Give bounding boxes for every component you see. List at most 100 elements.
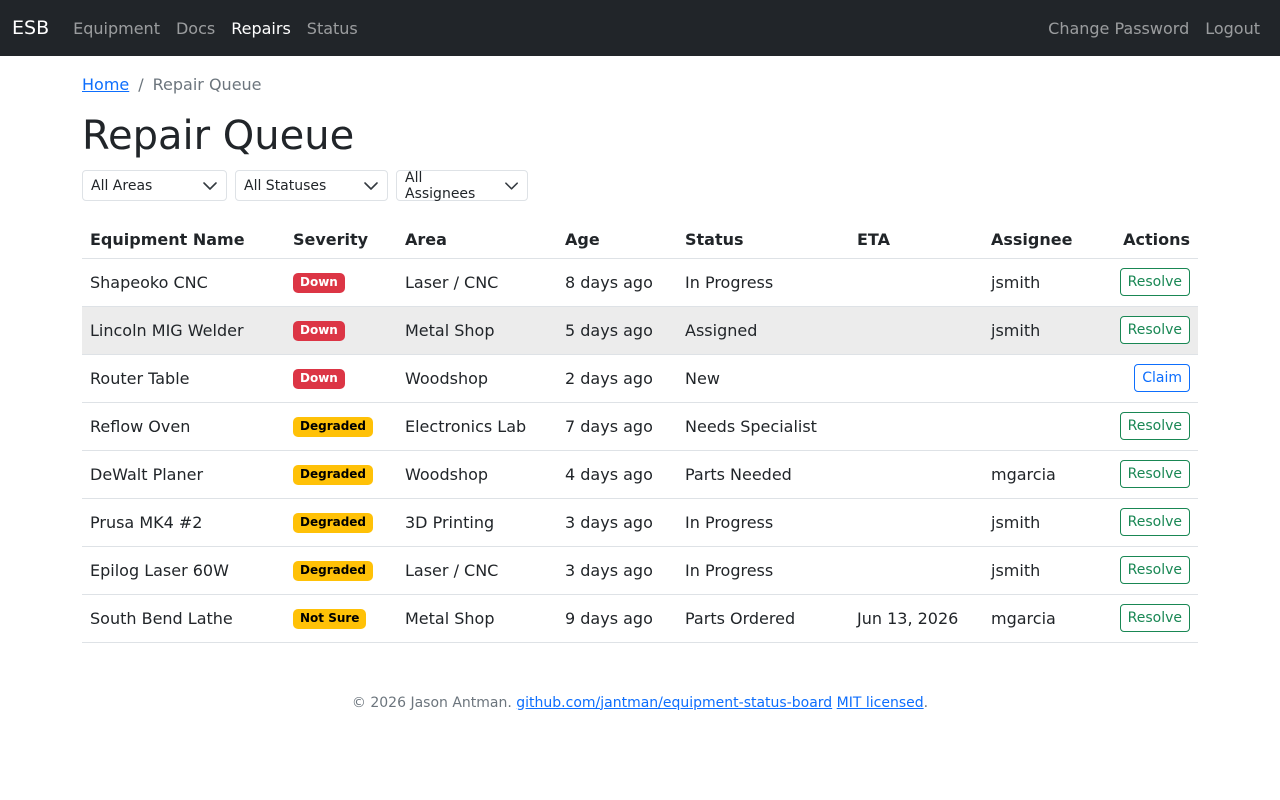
age-cell: 4 days ago — [557, 450, 677, 499]
column-header-area[interactable]: Area — [397, 222, 557, 259]
footer-end: . — [923, 694, 929, 711]
breadcrumb-home-link[interactable]: Home — [82, 75, 129, 94]
resolve-button[interactable]: Resolve — [1119, 603, 1190, 633]
equipment-name-cell[interactable]: Prusa MK4 #2 — [82, 498, 285, 547]
breadcrumb-current: Repair Queue — [152, 74, 262, 94]
table-row: Lincoln MIG Welder Down Metal Shop 5 day… — [82, 306, 1198, 355]
resolve-button[interactable]: Resolve — [1119, 267, 1190, 297]
status-cell: Needs Specialist — [677, 402, 849, 451]
eta-cell — [849, 258, 983, 307]
age-cell: 7 days ago — [557, 402, 677, 451]
severity-badge: Down — [293, 321, 345, 341]
claim-button[interactable]: Claim — [1134, 363, 1190, 393]
resolve-button[interactable]: Resolve — [1119, 459, 1190, 489]
table-row: Shapeoko CNC Down Laser / CNC 8 days ago… — [82, 258, 1198, 307]
table-row: Reflow Oven Degraded Electronics Lab 7 d… — [82, 402, 1198, 451]
assignee-cell — [983, 354, 1093, 403]
assignee-cell: mgarcia — [983, 594, 1093, 643]
equipment-name-cell[interactable]: South Bend Lathe — [82, 594, 285, 643]
age-cell: 3 days ago — [557, 546, 677, 595]
resolve-button[interactable]: Resolve — [1119, 315, 1190, 345]
severity-badge: Down — [293, 273, 345, 293]
column-header-assignee[interactable]: Assignee — [983, 222, 1093, 259]
table-row: Prusa MK4 #2 Degraded 3D Printing 3 days… — [82, 498, 1198, 547]
severity-cell: Degraded — [285, 546, 397, 595]
equipment-name-cell[interactable]: Shapeoko CNC — [82, 258, 285, 307]
assignee-cell: mgarcia — [983, 450, 1093, 499]
area-cell: Metal Shop — [397, 306, 557, 355]
column-header-severity[interactable]: Severity — [285, 222, 397, 259]
chevron-down-icon — [203, 181, 217, 190]
eta-cell — [849, 306, 983, 355]
change-password-link[interactable]: Change Password — [1040, 19, 1197, 38]
nav-link-repairs[interactable]: Repairs — [223, 19, 299, 38]
resolve-button[interactable]: Resolve — [1119, 411, 1190, 441]
severity-badge: Degraded — [293, 513, 374, 533]
actions-cell: Resolve — [1093, 594, 1198, 643]
filters-bar: All Areas All Statuses All Assignees — [82, 170, 1198, 202]
assignee-cell: jsmith — [983, 498, 1093, 547]
age-cell: 2 days ago — [557, 354, 677, 403]
age-cell: 9 days ago — [557, 594, 677, 643]
brand-link[interactable]: ESB — [12, 17, 49, 39]
assignee-cell: jsmith — [983, 258, 1093, 307]
table-row: Router Table Down Woodshop 2 days ago Ne… — [82, 354, 1198, 403]
assignee-cell — [983, 402, 1093, 451]
severity-cell: Degraded — [285, 402, 397, 451]
actions-cell: Resolve — [1093, 402, 1198, 451]
severity-cell: Down — [285, 258, 397, 307]
nav-link-equipment[interactable]: Equipment — [65, 19, 168, 38]
equipment-name-cell[interactable]: Reflow Oven — [82, 402, 285, 451]
breadcrumb-separator: / — [138, 74, 144, 94]
area-cell: Woodshop — [397, 354, 557, 403]
column-header-age[interactable]: Age — [557, 222, 677, 259]
equipment-name-cell[interactable]: Epilog Laser 60W — [82, 546, 285, 595]
equipment-name-cell[interactable]: Lincoln MIG Welder — [82, 306, 285, 355]
severity-cell: Down — [285, 306, 397, 355]
footer: © 2026 Jason Antman. github.com/jantman/… — [82, 695, 1198, 711]
column-header-actions: Actions — [1093, 222, 1198, 259]
logout-link[interactable]: Logout — [1197, 19, 1268, 38]
status-cell: Parts Needed — [677, 450, 849, 499]
equipment-name-cell[interactable]: Router Table — [82, 354, 285, 403]
assignee-filter-select[interactable]: All Assignees — [396, 170, 528, 202]
footer-copyright: © 2026 Jason Antman. — [351, 694, 512, 711]
severity-badge: Degraded — [293, 465, 374, 485]
main-container: Home / Repair Queue Repair Queue All Are… — [82, 74, 1198, 711]
severity-badge: Down — [293, 369, 345, 389]
status-cell: In Progress — [677, 258, 849, 307]
severity-badge: Degraded — [293, 417, 374, 437]
nav-link-status[interactable]: Status — [299, 19, 366, 38]
chevron-down-icon — [364, 181, 378, 190]
page-title: Repair Queue — [82, 113, 355, 159]
footer-repo-link[interactable]: github.com/jantman/equipment-status-boar… — [516, 695, 832, 711]
actions-cell: Resolve — [1093, 258, 1198, 307]
column-header-status[interactable]: Status — [677, 222, 849, 259]
area-cell: Woodshop — [397, 450, 557, 499]
eta-cell — [849, 402, 983, 451]
resolve-button[interactable]: Resolve — [1119, 555, 1190, 585]
age-cell: 3 days ago — [557, 498, 677, 547]
nav-link-docs[interactable]: Docs — [168, 19, 223, 38]
column-header-equipment[interactable]: Equipment Name — [82, 222, 285, 259]
eta-cell — [849, 498, 983, 547]
status-filter-select[interactable]: All Statuses — [235, 170, 388, 201]
severity-cell: Degraded — [285, 450, 397, 499]
eta-cell — [849, 450, 983, 499]
severity-badge: Degraded — [293, 561, 374, 581]
area-filter-select[interactable]: All Areas — [82, 170, 227, 201]
table-row: Epilog Laser 60W Degraded Laser / CNC 3 … — [82, 546, 1198, 595]
assignee-cell: jsmith — [983, 546, 1093, 595]
resolve-button[interactable]: Resolve — [1119, 507, 1190, 537]
actions-cell: Claim — [1093, 354, 1198, 403]
severity-cell: Not Sure — [285, 594, 397, 643]
eta-cell — [849, 546, 983, 595]
equipment-name-cell[interactable]: DeWalt Planer — [82, 450, 285, 499]
area-cell: Electronics Lab — [397, 402, 557, 451]
footer-license-link[interactable]: MIT licensed — [837, 695, 924, 711]
severity-cell: Down — [285, 354, 397, 403]
table-header-row: Equipment Name Severity Area Age Status … — [82, 222, 1198, 259]
chevron-down-icon — [505, 181, 518, 190]
area-cell: 3D Printing — [397, 498, 557, 547]
column-header-eta[interactable]: ETA — [849, 222, 983, 259]
